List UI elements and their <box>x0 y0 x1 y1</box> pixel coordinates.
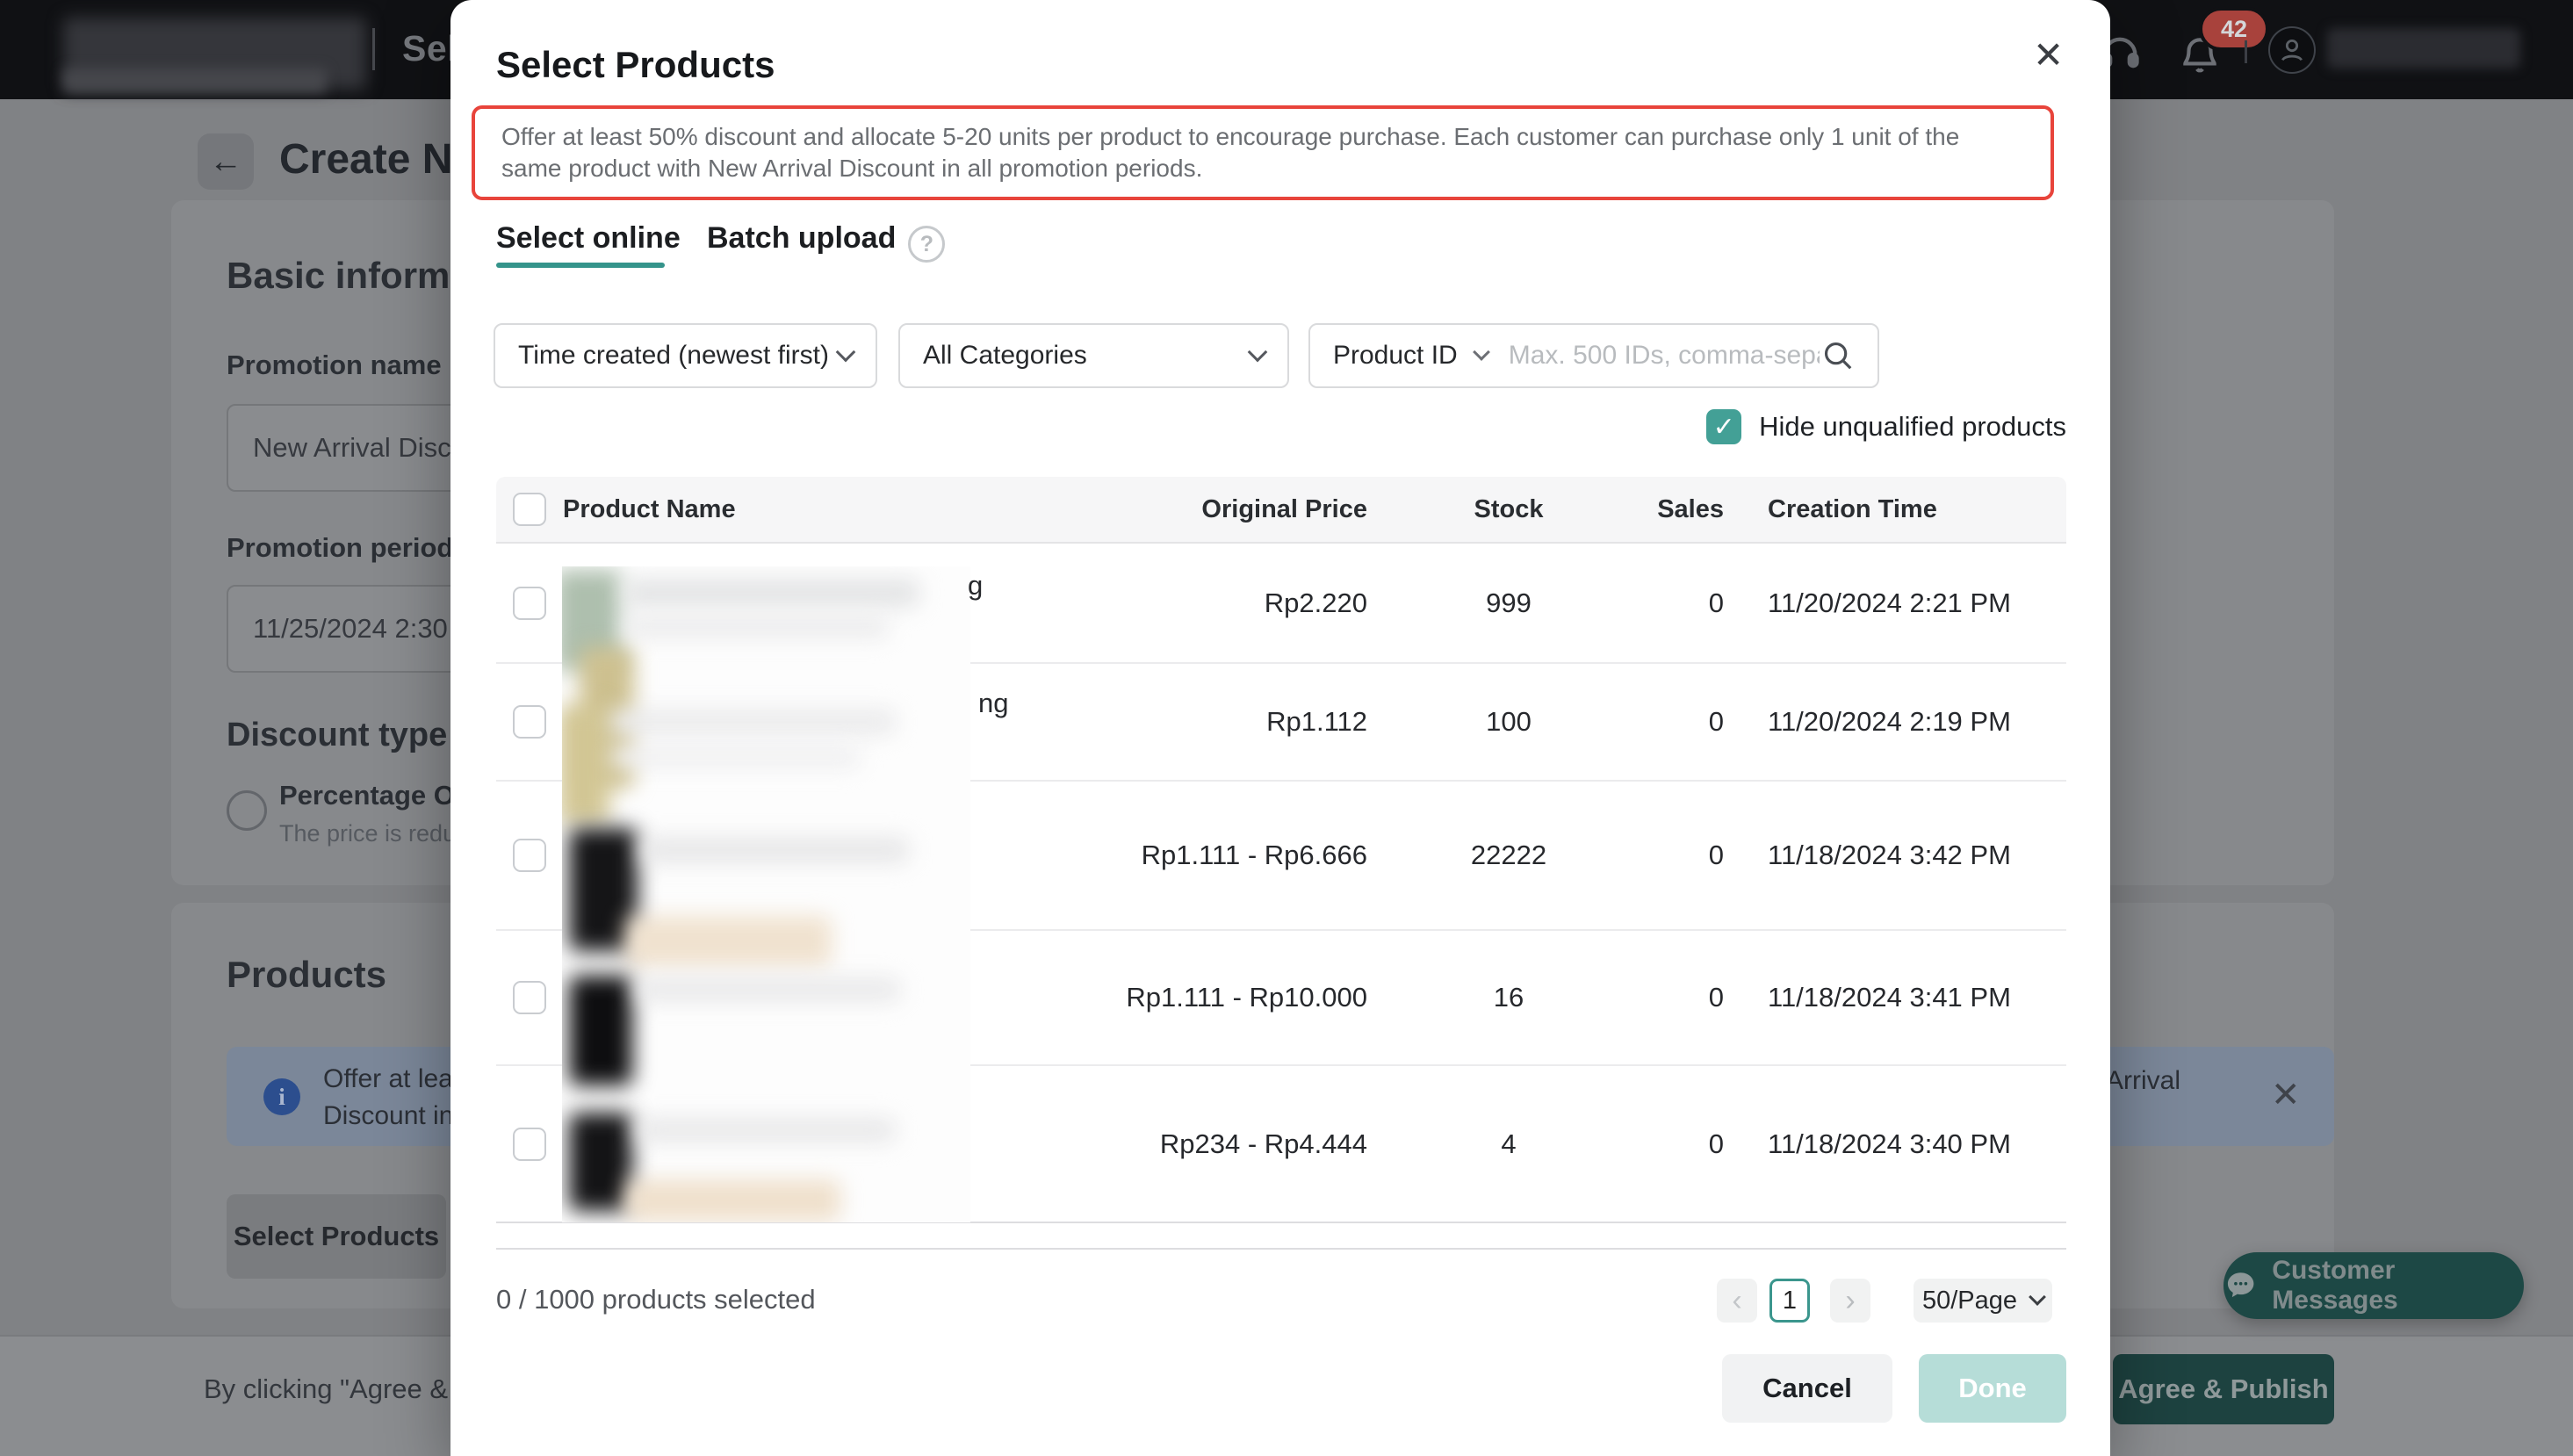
back-button[interactable]: ← <box>198 133 254 190</box>
customer-messages-label: Customer Messages <box>2272 1256 2524 1315</box>
percentage-off-radio[interactable] <box>227 790 267 831</box>
chevron-down-icon <box>1248 342 1268 363</box>
banner-text-right-fragment: Arrival <box>2106 1066 2180 1096</box>
product-name-fragment: ng <box>978 688 1008 719</box>
row-checkbox[interactable] <box>513 705 546 739</box>
sales: 0 <box>1627 982 1750 1013</box>
search-icon[interactable] <box>1821 339 1855 372</box>
row-checkbox[interactable] <box>513 587 546 620</box>
discount-rules-notice: Offer at least 50% discount and allocate… <box>472 105 2054 200</box>
original-price: Rp1.112 <box>1109 706 1390 738</box>
brand-divider <box>372 28 375 70</box>
sales: 0 <box>1627 1128 1750 1160</box>
stock: 999 <box>1390 587 1627 619</box>
table-bottom-strip <box>496 1223 2066 1250</box>
products-heading: Products <box>227 954 386 996</box>
category-dropdown[interactable]: All Categories <box>898 323 1289 388</box>
active-tab-underline <box>496 263 665 268</box>
redacted-product-names <box>562 566 970 1222</box>
modal-close-icon[interactable]: ✕ <box>2033 37 2064 74</box>
sort-dropdown-value: Time created (newest first) <box>518 341 839 371</box>
original-price: Rp2.220 <box>1109 587 1390 619</box>
select-products-button[interactable]: Select Products <box>227 1194 446 1279</box>
original-price: Rp1.111 - Rp10.000 <box>1109 982 1390 1013</box>
creation-time: 11/18/2024 3:42 PM <box>1750 840 2066 871</box>
creation-time: 11/18/2024 3:40 PM <box>1750 1128 2066 1160</box>
sales: 0 <box>1627 706 1750 738</box>
chat-bubble-icon <box>2223 1268 2258 1303</box>
agreement-text: By clicking "Agree & P <box>204 1373 473 1405</box>
selected-count-text: 0 / 1000 products selected <box>496 1284 816 1315</box>
product-id-search-input[interactable] <box>1507 340 1821 371</box>
account-name-redacted <box>2327 28 2520 68</box>
batch-upload-help-icon[interactable]: ? <box>908 226 945 263</box>
sales: 0 <box>1627 840 1750 871</box>
pagination-current-page[interactable]: 1 <box>1769 1279 1810 1323</box>
info-icon: i <box>263 1078 300 1115</box>
stock: 22222 <box>1390 840 1627 871</box>
row-checkbox[interactable] <box>513 839 546 872</box>
percentage-off-label: Percentage Off <box>279 780 473 811</box>
col-stock: Stock <box>1390 495 1627 524</box>
col-original-price: Original Price <box>1109 495 1390 524</box>
select-products-modal: Select Products ✕ Offer at least 50% dis… <box>450 0 2110 1456</box>
hide-unqualified-row: ✓ Hide unqualified products <box>450 409 2066 444</box>
chevron-right-icon: › <box>1845 1284 1855 1318</box>
creation-time: 11/20/2024 2:21 PM <box>1750 587 2066 619</box>
page-size-dropdown[interactable]: 50/Page <box>1914 1279 2052 1323</box>
promotion-name-label: Promotion name <box>227 350 442 381</box>
customer-messages-button[interactable]: Customer Messages <box>2223 1252 2524 1319</box>
pagination-prev-button[interactable]: ‹ <box>1717 1279 1757 1323</box>
tab-select-online[interactable]: Select online <box>496 221 681 256</box>
app-root: Seller Center 42 ← Create N Basic inform… <box>0 0 2573 1456</box>
col-product-name: Product Name <box>563 495 1109 524</box>
page-size-value: 50/Page <box>1922 1287 2017 1315</box>
cancel-button[interactable]: Cancel <box>1722 1354 1892 1423</box>
hide-unqualified-checkbox[interactable]: ✓ <box>1706 409 1741 444</box>
col-sales: Sales <box>1627 495 1750 524</box>
select-all-checkbox[interactable] <box>513 493 546 526</box>
creation-time: 11/20/2024 2:19 PM <box>1750 706 2066 738</box>
row-checkbox[interactable] <box>513 1128 546 1161</box>
col-creation-time: Creation Time <box>1750 495 2066 524</box>
banner-text-line1: Offer at leas <box>323 1064 466 1094</box>
row-checkbox[interactable] <box>513 981 546 1014</box>
stock: 100 <box>1390 706 1627 738</box>
product-search-group: Product ID <box>1308 323 1879 388</box>
user-avatar[interactable] <box>2268 26 2316 74</box>
table-header-row: Product Name Original Price Stock Sales … <box>496 477 2066 544</box>
header-divider <box>2245 40 2247 63</box>
modal-title: Select Products <box>496 44 775 86</box>
promotion-period-value: 11/25/2024 2:30 P <box>253 613 473 645</box>
original-price: Rp234 - Rp4.444 <box>1109 1128 1390 1160</box>
chevron-down-icon <box>1473 343 1490 361</box>
stock: 16 <box>1390 982 1627 1013</box>
tab-batch-upload[interactable]: Batch upload? <box>707 221 945 263</box>
category-dropdown-value: All Categories <box>923 341 1250 371</box>
creation-time: 11/18/2024 3:41 PM <box>1750 982 2066 1013</box>
products-table: Product Name Original Price Stock Sales … <box>496 477 2066 1250</box>
banner-close-icon[interactable]: ✕ <box>2271 1075 2301 1115</box>
done-button[interactable]: Done <box>1919 1354 2066 1423</box>
stock: 4 <box>1390 1128 1627 1160</box>
hide-unqualified-label: Hide unqualified products <box>1759 411 2066 443</box>
original-price: Rp1.111 - Rp6.666 <box>1109 840 1390 871</box>
pagination-next-button[interactable]: › <box>1830 1279 1870 1323</box>
search-type-dropdown[interactable]: Product ID <box>1333 341 1458 371</box>
basic-info-heading: Basic informa <box>227 255 471 297</box>
chevron-down-icon <box>2029 1288 2046 1306</box>
store-logo-blur <box>63 68 327 93</box>
sort-dropdown[interactable]: Time created (newest first) <box>494 323 877 388</box>
promotion-name-value: New Arrival Discou <box>253 432 481 464</box>
notification-count-badge: 42 <box>2199 7 2269 51</box>
chevron-left-icon: ‹ <box>1732 1284 1741 1318</box>
promotion-period-label: Promotion period <box>227 532 453 564</box>
page-title: Create N <box>279 135 452 184</box>
sales: 0 <box>1627 587 1750 619</box>
product-name-fragment: g <box>968 570 983 602</box>
chevron-down-icon <box>836 342 856 363</box>
agree-publish-button[interactable]: Agree & Publish <box>2113 1354 2334 1424</box>
